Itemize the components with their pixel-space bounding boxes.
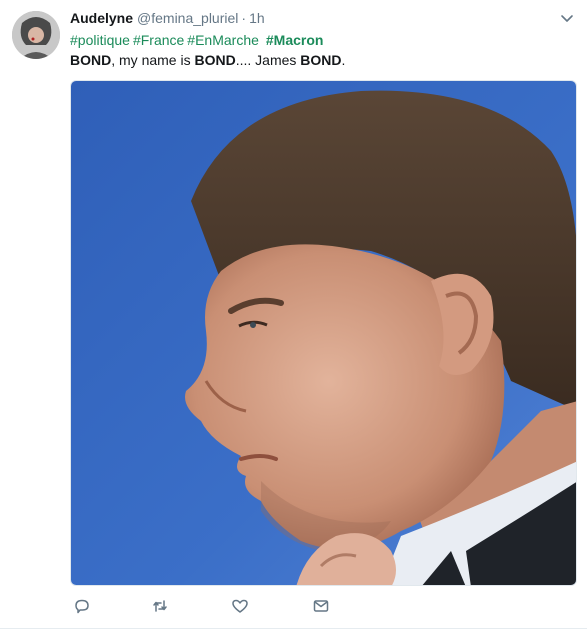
author-name[interactable]: Audelyne	[70, 10, 133, 26]
text-segment: , my name is	[111, 52, 195, 68]
avatar[interactable]	[12, 11, 60, 59]
hashtag-line: #politique #France #EnMarche #Macron	[70, 31, 326, 49]
retweet-icon[interactable]	[151, 597, 171, 617]
like-icon[interactable]	[231, 597, 251, 617]
hashtag-link[interactable]: #EnMarche	[187, 32, 259, 48]
tweet-card[interactable]: Audelyne @femina_pluriel · 1h #politique #Fr…	[0, 0, 587, 629]
hashtag-link[interactable]: #politique	[70, 32, 130, 48]
text-segment: BOND	[300, 52, 342, 68]
portrait-photo	[71, 81, 576, 585]
text-segment: BOND	[194, 52, 236, 68]
hashtag-link[interactable]: #France	[133, 32, 184, 48]
tweet-photo[interactable]	[70, 80, 577, 586]
chevron-down-icon[interactable]	[559, 10, 575, 26]
timestamp[interactable]: 1h	[249, 10, 265, 26]
reply-icon[interactable]	[73, 597, 93, 617]
separator: ·	[241, 10, 247, 26]
text-segment: .... James	[235, 52, 301, 68]
tweet-text: BOND, my name is BOND.... James BOND.	[70, 51, 345, 69]
hashtag-link[interactable]: #Macron	[266, 32, 324, 48]
author-handle[interactable]: @femina_pluriel	[137, 10, 238, 26]
text-segment: .	[341, 52, 346, 68]
direct-message-icon[interactable]	[312, 597, 332, 617]
text-segment: BOND	[70, 52, 112, 68]
avatar-image	[12, 11, 60, 59]
tweet-header: Audelyne @femina_pluriel · 1h	[70, 9, 265, 27]
